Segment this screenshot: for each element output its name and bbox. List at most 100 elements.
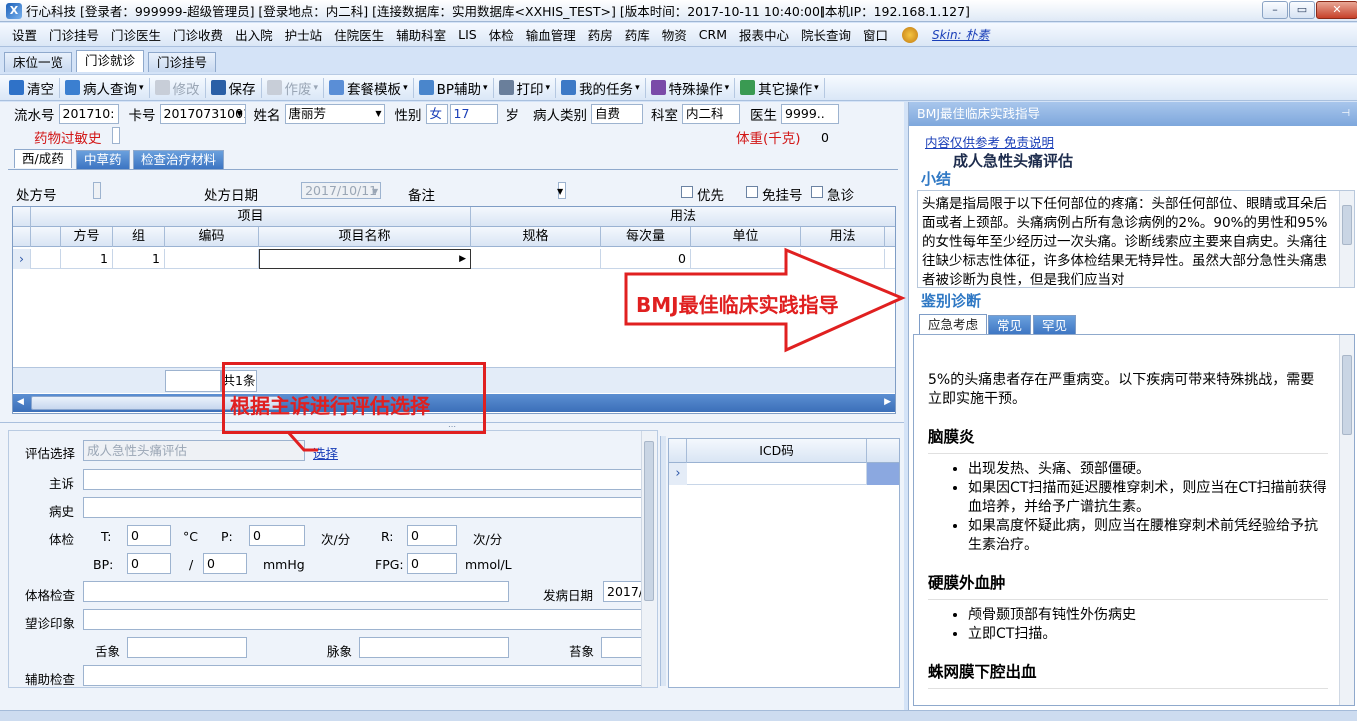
skin-icon[interactable]	[902, 26, 919, 43]
menu-item[interactable]: 住院医生	[328, 25, 390, 44]
tab-rare[interactable]: 罕见	[1033, 315, 1077, 335]
toolbar-button-template[interactable]: 套餐模板 ▾	[324, 77, 414, 98]
toolbar-button-task[interactable]: 我的任务 ▾	[556, 77, 646, 98]
doctor-field[interactable]: 9999..	[781, 104, 839, 124]
menu-item[interactable]: 输血管理	[520, 25, 582, 44]
menu-item[interactable]: 院长查询	[795, 25, 857, 44]
temperature-field[interactable]: 0	[127, 525, 171, 546]
toolbar-button-patient-search[interactable]: 病人查询 ▾	[60, 77, 150, 98]
history-field[interactable]	[83, 497, 643, 518]
sex-field[interactable]: 女	[425, 104, 448, 124]
vertical-scrollbar[interactable]	[641, 431, 656, 687]
rx-no-field[interactable]	[93, 182, 102, 199]
tab-outpatient-register[interactable]: 门诊挂号	[148, 52, 217, 72]
tab-exam-materials[interactable]: 检查治疗材料	[133, 150, 225, 169]
tongue-field[interactable]	[127, 637, 247, 658]
priority-checkbox[interactable]	[681, 186, 693, 198]
menu-item[interactable]: 药库	[619, 25, 656, 44]
allergy-field[interactable]	[112, 127, 120, 144]
patient-type-field[interactable]: 自费	[591, 104, 643, 124]
row-cell-blank[interactable]	[31, 249, 61, 269]
tab-common[interactable]: 常见	[988, 315, 1032, 335]
chevron-down-icon[interactable]: ▾	[814, 83, 819, 93]
minimize-button[interactable]: –	[1262, 1, 1288, 19]
name-field[interactable]: 唐丽芳 ▼	[284, 104, 385, 124]
tab-bed-overview[interactable]: 床位一览	[4, 52, 73, 72]
dept-field[interactable]: 内二科	[682, 104, 740, 124]
menu-item[interactable]: 出入院	[229, 25, 279, 44]
bp-systolic-field[interactable]: 0	[127, 553, 171, 574]
icd-code-cell[interactable]	[687, 463, 867, 485]
close-button[interactable]: ✕	[1316, 1, 1357, 19]
grid-col-item-name[interactable]: 项目名称	[259, 227, 471, 247]
free-register-checkbox[interactable]	[746, 186, 758, 198]
note-field[interactable]: ▼	[557, 182, 567, 201]
chevron-down-icon[interactable]: ▼	[372, 183, 378, 201]
chevron-down-icon[interactable]: ▾	[546, 83, 551, 93]
tab-emergency[interactable]: 应急考虑	[919, 314, 988, 334]
scroll-left-icon[interactable]: ◀	[17, 397, 24, 407]
emergency-checkbox[interactable]	[811, 186, 823, 198]
weight-field[interactable]: 0	[818, 130, 832, 145]
menu-item[interactable]: CRM	[693, 27, 733, 42]
toolbar-button-special[interactable]: 特殊操作 ▾	[646, 77, 736, 98]
summary-scrollbar[interactable]	[1339, 191, 1354, 287]
grid-col-unit[interactable]: 单位	[691, 227, 801, 247]
toolbar-button-save[interactable]: 保存	[206, 77, 262, 98]
pin-icon[interactable]: ⊣	[1341, 102, 1350, 126]
chevron-down-icon[interactable]: ▾	[635, 83, 640, 93]
pulse-field[interactable]: 0	[249, 525, 305, 546]
menu-item[interactable]: 体检	[483, 25, 520, 44]
chevron-down-icon[interactable]: ▾	[314, 83, 319, 93]
fpg-field[interactable]: 0	[407, 553, 457, 574]
menu-item[interactable]: 门诊医生	[105, 25, 167, 44]
diff-scrollbar[interactable]	[1339, 335, 1354, 705]
look-impression-field[interactable]	[83, 609, 643, 630]
grid-col-spec[interactable]: 规格	[471, 227, 601, 247]
phys-exam-field[interactable]	[83, 581, 509, 602]
scrollbar-thumb[interactable]	[1342, 355, 1352, 435]
scroll-right-icon[interactable]: ▶	[884, 397, 891, 407]
scrollbar-thumb[interactable]	[644, 441, 654, 601]
pulse-image-field[interactable]	[359, 637, 509, 658]
row-cell-spec[interactable]	[471, 249, 601, 269]
chevron-down-icon[interactable]: ▼	[557, 183, 563, 201]
maximize-button[interactable]: ▭	[1289, 1, 1315, 19]
row-cell-code[interactable]	[165, 249, 259, 269]
grid-col-zu[interactable]: 组	[113, 227, 165, 247]
chevron-down-icon[interactable]: ▾	[483, 83, 488, 93]
chevron-down-icon[interactable]: ▼	[236, 105, 242, 123]
menu-item[interactable]: 门诊收费	[167, 25, 229, 44]
card-field[interactable]: 20170731001 ▼	[159, 104, 246, 124]
disclaimer-link[interactable]: 内容仅供参考 免责说明	[925, 132, 1054, 151]
scrollbar-thumb[interactable]	[1342, 205, 1352, 245]
row-cell-zu[interactable]: 1	[113, 249, 165, 269]
bp-diastolic-field[interactable]: 0	[203, 553, 247, 574]
grid-col-fanghao[interactable]: 方号	[61, 227, 113, 247]
row-cell-fanghao[interactable]: 1	[61, 249, 113, 269]
row-cell-item-name[interactable]: ▶	[259, 249, 471, 269]
chief-complaint-field[interactable]	[83, 469, 643, 490]
assess-select-field[interactable]: 成人急性头痛评估	[83, 440, 305, 461]
aux-exam-field[interactable]	[83, 665, 643, 686]
respiration-field[interactable]: 0	[407, 525, 457, 546]
menu-item[interactable]: 辅助科室	[390, 25, 452, 44]
table-row[interactable]: ›	[669, 463, 899, 485]
toolbar-button-clear[interactable]: 清空	[4, 77, 60, 98]
tab-herbal-medicine[interactable]: 中草药	[76, 150, 130, 169]
icd-selected-cell[interactable]	[867, 463, 899, 485]
onset-date-field[interactable]: 2017/	[603, 581, 643, 602]
tab-outpatient-visit[interactable]: 门诊就诊	[76, 50, 145, 72]
rx-date-field[interactable]: 2017/10/11 ▼	[301, 182, 382, 201]
menu-item[interactable]: LIS	[452, 27, 483, 42]
menu-item[interactable]: 报表中心	[733, 25, 795, 44]
chevron-down-icon[interactable]: ▾	[725, 83, 730, 93]
menu-item[interactable]: 物资	[656, 25, 693, 44]
chevron-down-icon[interactable]: ▾	[403, 83, 408, 93]
icd-code-header[interactable]: ICD码	[687, 439, 867, 463]
toolbar-button-print[interactable]: 打印 ▾	[494, 77, 557, 98]
menu-item[interactable]: 门诊挂号	[43, 25, 105, 44]
grid-col-dose[interactable]: 每次量	[601, 227, 691, 247]
toolbar-button-other[interactable]: 其它操作 ▾	[735, 77, 825, 98]
toolbar-button-bp[interactable]: BP辅助 ▾	[414, 77, 494, 98]
